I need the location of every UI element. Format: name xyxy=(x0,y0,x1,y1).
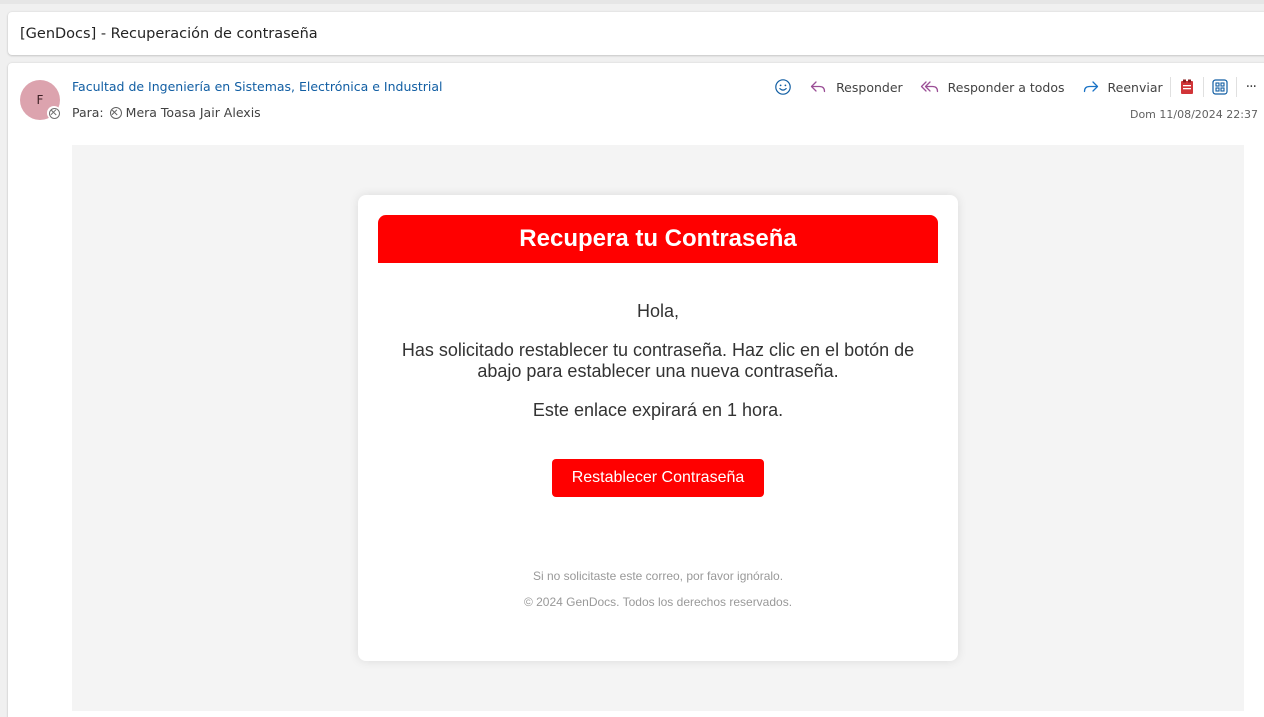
apps-grid-icon xyxy=(1212,79,1228,95)
toolbar-divider xyxy=(1169,77,1171,97)
forward-icon xyxy=(1083,81,1098,93)
reply-all-label: Responder a todos xyxy=(947,79,1065,95)
reply-icon xyxy=(810,81,826,93)
email-subject: [GenDocs] - Recuperación de contraseña xyxy=(20,25,318,42)
reply-all-button[interactable]: Responder a todos xyxy=(920,78,1065,96)
toolbar-divider xyxy=(1235,77,1237,97)
email-body: Recupera tu Contraseña Hola, Has solicit… xyxy=(72,145,1244,711)
subject-bar: [GenDocs] - Recuperación de contraseña xyxy=(8,12,1264,55)
reply-button[interactable]: Responder xyxy=(809,78,903,96)
email-header-title: Recupera tu Contraseña xyxy=(519,225,797,252)
greeting-text: Hola, xyxy=(636,301,680,321)
reply-label: Responder xyxy=(836,79,903,95)
react-button[interactable] xyxy=(774,78,792,96)
smiley-icon xyxy=(775,79,791,95)
to-row: Para: Mera Toasa Jair Alexis xyxy=(72,105,261,120)
reply-all-icon xyxy=(920,81,938,93)
toolbar-divider xyxy=(1202,77,1204,97)
top-strip xyxy=(0,0,1264,4)
reset-password-button[interactable]: Restablecer Contraseña xyxy=(552,459,764,497)
addin-red-icon xyxy=(1180,79,1193,94)
footer-copyright: © 2024 GenDocs. Todos los derechos reser… xyxy=(523,595,793,609)
presence-offline-icon xyxy=(47,106,61,120)
expiry-text: Este enlace expirará en 1 hora. xyxy=(532,400,784,420)
forward-button[interactable]: Reenviar xyxy=(1082,78,1163,96)
to-label: Para: xyxy=(72,105,104,120)
sender-name[interactable]: Facultad de Ingeniería en Sistemas, Elec… xyxy=(72,79,443,94)
message-date: Dom 11/08/2024 22:37 xyxy=(1129,108,1258,121)
addin-button[interactable] xyxy=(1178,78,1196,96)
more-actions-button[interactable]: ··· xyxy=(1244,79,1258,95)
message-pane: F Facultad de Ingeniería en Sistemas, El… xyxy=(8,63,1264,717)
message-toolbar: Responder Responder a todos Reenviar ··· xyxy=(774,75,1258,99)
more-icon: ··· xyxy=(1245,79,1257,95)
recipient-status-icon xyxy=(109,106,122,119)
forward-label: Reenviar xyxy=(1107,79,1163,95)
email-header-banner: Recupera tu Contraseña xyxy=(378,215,938,263)
apps-button[interactable] xyxy=(1211,78,1229,96)
footer-note: Si no solicitaste este correo, por favor… xyxy=(532,569,784,583)
recipient-name[interactable]: Mera Toasa Jair Alexis xyxy=(126,105,261,120)
email-content-card: Recupera tu Contraseña Hola, Has solicit… xyxy=(358,195,958,661)
avatar-initial: F xyxy=(36,93,44,107)
instruction-text: Has solicitado restablecer tu contraseña… xyxy=(401,340,915,381)
